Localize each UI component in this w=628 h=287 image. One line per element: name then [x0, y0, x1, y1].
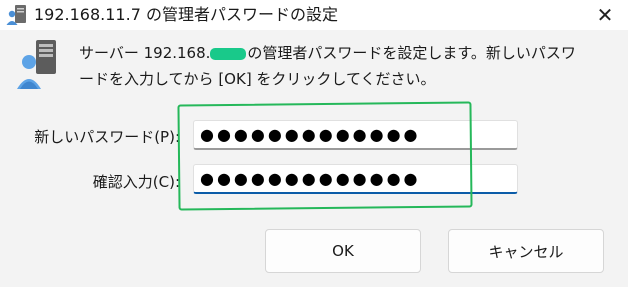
message-line-1-suffix: の管理者パスワードを設定します。新しいパスワ — [247, 44, 576, 62]
message-line-2: ードを入力してから [OK] をクリックしてください。 — [79, 70, 436, 88]
new-password-value: ●●●●●●●●●●●●● — [200, 125, 421, 144]
window-title: 192.168.11.7 の管理者パスワードの設定 — [34, 5, 338, 24]
ok-button[interactable]: OK — [265, 229, 421, 273]
close-icon: ✕ — [596, 3, 614, 27]
confirm-password-field[interactable]: ●●●●●●●●●●●●● — [193, 164, 518, 194]
title-bar: 192.168.11.7 の管理者パスワードの設定 ✕ — [0, 0, 628, 30]
redaction-mark — [210, 47, 247, 60]
new-password-field[interactable]: ●●●●●●●●●●●●● — [193, 120, 518, 150]
message-line-1: サーバー 192.168. の管理者パスワードを設定します。新しいパスワ — [79, 40, 619, 66]
new-password-label: 新しいパスワード(P): — [34, 128, 180, 146]
confirm-password-value: ●●●●●●●●●●●●● — [200, 169, 421, 188]
cancel-button[interactable]: キャンセル — [448, 229, 604, 273]
close-button[interactable]: ✕ — [582, 0, 628, 30]
server-user-icon — [6, 5, 26, 25]
confirm-password-label: 確認入力(C): — [92, 173, 180, 191]
instruction-message: サーバー 192.168. の管理者パスワードを設定します。新しいパスワ ードを入… — [79, 40, 619, 92]
message-line-1-prefix: サーバー 192.168. — [79, 44, 211, 62]
user-server-icon — [17, 40, 56, 89]
highlight-annotation — [177, 101, 473, 211]
